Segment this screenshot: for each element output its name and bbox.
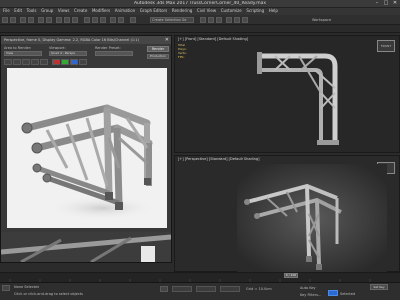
- x-coordinate-field[interactable]: [172, 286, 192, 292]
- truss-render-thumbnail: [1, 232, 171, 262]
- clear-icon[interactable]: [40, 59, 48, 65]
- select-by-name-icon[interactable]: [46, 17, 52, 23]
- menu-file[interactable]: File: [3, 8, 10, 13]
- maxscript-listener-icon[interactable]: [2, 285, 10, 291]
- menu-group[interactable]: Group: [41, 8, 53, 13]
- menu-modifiers[interactable]: Modifiers: [92, 8, 110, 13]
- window-controls: – □ ✕: [373, 0, 399, 8]
- layer-icon[interactable]: [130, 17, 136, 23]
- menu-graph-editors[interactable]: Graph Editors: [140, 8, 167, 13]
- rendered-image: [7, 68, 167, 228]
- blue-channel-icon[interactable]: [70, 59, 78, 65]
- render-window-title: Perspective, frame 0, Display Gamma: 2.2…: [1, 36, 171, 44]
- schematic-icon[interactable]: [208, 17, 214, 23]
- select-icon[interactable]: [38, 17, 44, 23]
- alpha-channel-icon[interactable]: [79, 59, 87, 65]
- viewport-label[interactable]: [+] [Perspective] [Standard] [Default Sh…: [178, 157, 260, 161]
- main-toolbar: Workspace: [0, 15, 400, 25]
- preset-dropdown[interactable]: [95, 51, 133, 56]
- close-icon[interactable]: ✕: [165, 36, 169, 44]
- render-window-toolbar: [4, 59, 169, 66]
- viewport-label[interactable]: [+] [Front] [Standard] [Default Shading]: [178, 37, 248, 41]
- truss-render-image: [21, 104, 157, 220]
- lock-selection-icon[interactable]: [160, 286, 168, 292]
- undo-icon[interactable]: [2, 17, 8, 23]
- render-icon[interactable]: [242, 17, 248, 23]
- perspective-viewport[interactable]: [+] [Perspective] [Standard] [Default Sh…: [174, 155, 400, 272]
- render-history-strip: [1, 232, 171, 262]
- preset-label: Render Preset:: [95, 46, 121, 50]
- green-channel-icon[interactable]: [61, 59, 69, 65]
- time-slider[interactable]: 0 / 100: [284, 273, 298, 278]
- close-icon[interactable]: ✕: [391, 0, 399, 7]
- curve-editor-icon[interactable]: [200, 17, 206, 23]
- selection-status: None Selected: [14, 285, 40, 289]
- material-editor-icon[interactable]: [216, 17, 222, 23]
- render-frame-window: Perspective, frame 0, Display Gamma: 2.2…: [0, 35, 172, 263]
- rotate-icon[interactable]: [64, 17, 70, 23]
- menu-bar: File Edit Tools Group Views Create Modif…: [0, 8, 400, 15]
- area-label: Area to Render:: [4, 46, 32, 50]
- selected-dropdown[interactable]: Selected: [340, 292, 355, 296]
- print-icon[interactable]: [31, 59, 39, 65]
- render-button[interactable]: Render: [147, 46, 169, 52]
- key-filters-button[interactable]: Key Filters...: [300, 293, 321, 297]
- render-frame-icon[interactable]: [234, 17, 240, 23]
- menu-edit[interactable]: Edit: [14, 8, 22, 13]
- move-icon[interactable]: [56, 17, 62, 23]
- workspace-label: Workspace: [312, 18, 332, 22]
- clone-frame-icon[interactable]: [22, 59, 30, 65]
- viewport-stats: Total Polys: Verts: FPS:: [178, 43, 187, 59]
- menu-animation[interactable]: Animation: [115, 8, 135, 13]
- save-image-icon[interactable]: [4, 59, 12, 65]
- menu-views[interactable]: Views: [58, 8, 70, 13]
- menu-rendering[interactable]: Rendering: [172, 8, 192, 13]
- angle-snap-icon[interactable]: [92, 17, 98, 23]
- status-bar: None Selected Click or click-and-drag to…: [0, 282, 400, 300]
- menu-customize[interactable]: Customize: [221, 8, 242, 13]
- viewport-label: Viewport:: [49, 46, 66, 50]
- align-icon[interactable]: [118, 17, 124, 23]
- y-coordinate-field[interactable]: [196, 286, 216, 292]
- truss-perspective-model: [237, 164, 387, 272]
- render-setup-icon[interactable]: [226, 17, 232, 23]
- area-dropdown[interactable]: View: [4, 51, 42, 56]
- menu-civil-view[interactable]: Civil View: [197, 8, 216, 13]
- window-title: Autodesk 3ds Max 2017 TrussCornerCorner_…: [133, 1, 267, 6]
- menu-create[interactable]: Create: [74, 8, 87, 13]
- menu-help[interactable]: Help: [269, 8, 278, 13]
- z-coordinate-field[interactable]: [220, 286, 240, 292]
- truss-front-model: [257, 52, 339, 145]
- percent-snap-icon[interactable]: [100, 17, 106, 23]
- set-key-mode-icon[interactable]: [328, 290, 338, 296]
- prompt-line: Click or click-and-drag to select object…: [14, 292, 83, 296]
- snap-icon[interactable]: [84, 17, 90, 23]
- front-viewport[interactable]: [+] [Front] [Standard] [Default Shading]…: [174, 35, 400, 153]
- set-key-button[interactable]: Set Key: [370, 284, 388, 290]
- menu-tools[interactable]: Tools: [27, 8, 37, 13]
- link-icon[interactable]: [20, 17, 26, 23]
- selection-set-dropdown[interactable]: Create Selection Se: [150, 17, 194, 23]
- viewcube[interactable]: FRONT: [377, 40, 395, 52]
- copy-image-icon[interactable]: [13, 59, 21, 65]
- red-channel-icon[interactable]: [52, 59, 60, 65]
- minimize-icon[interactable]: –: [373, 0, 381, 7]
- stat-fps: FPS:: [178, 55, 185, 59]
- redo-icon[interactable]: [10, 17, 16, 23]
- viewport-dropdown[interactable]: Quad 4 - Perspe: [49, 51, 87, 56]
- grid-readout: Grid = 10.0cm: [246, 287, 272, 291]
- auto-key-label[interactable]: Auto Key: [300, 286, 316, 290]
- maximize-icon[interactable]: □: [382, 0, 390, 7]
- timeline[interactable]: [0, 272, 400, 283]
- ribbon-toolbar: [0, 25, 400, 33]
- unlink-icon[interactable]: [28, 17, 34, 23]
- mirror-icon[interactable]: [110, 17, 116, 23]
- scale-icon[interactable]: [72, 17, 78, 23]
- menu-scripting[interactable]: Scripting: [246, 8, 264, 13]
